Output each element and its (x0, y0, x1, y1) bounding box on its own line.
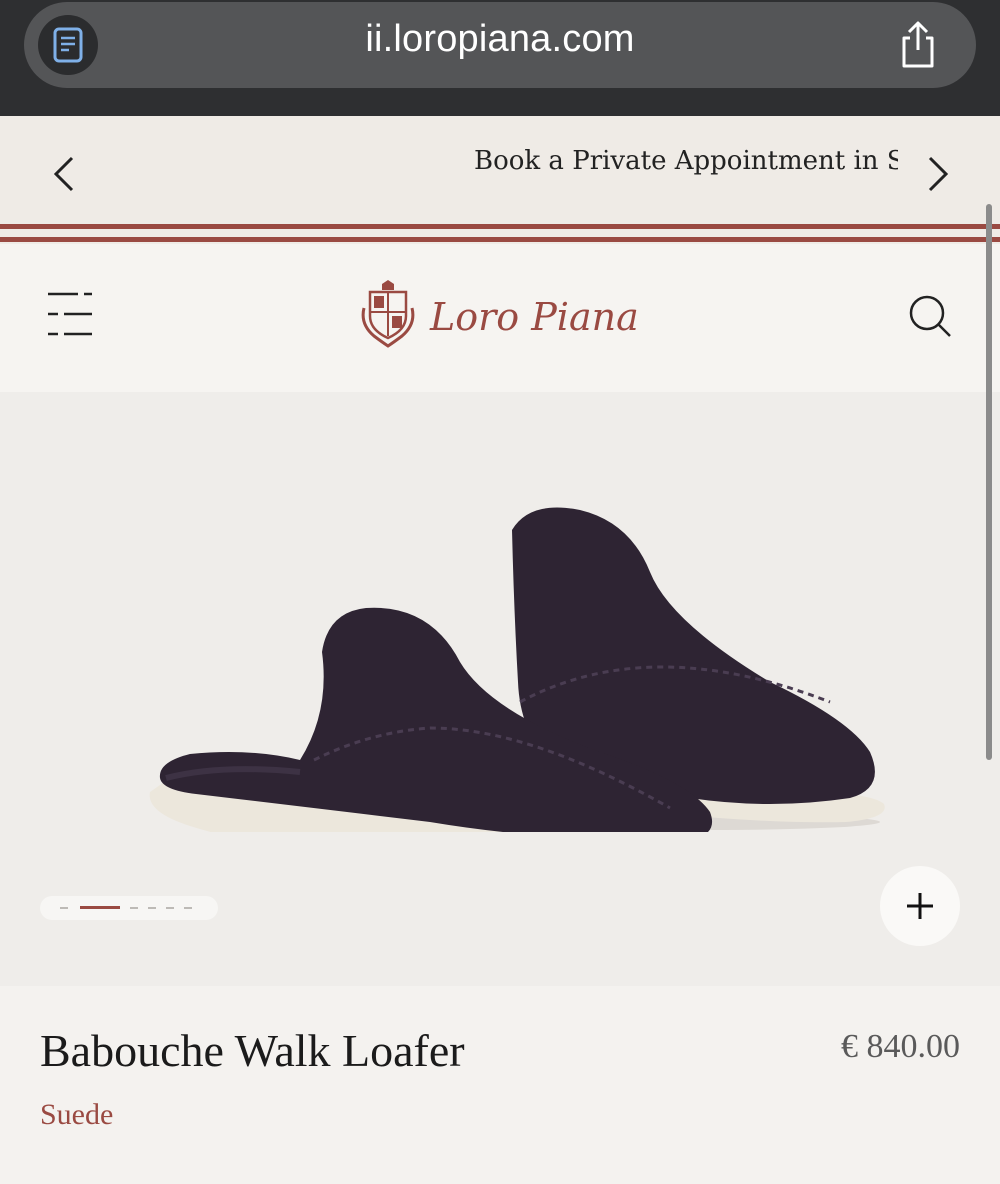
plus-icon (907, 893, 933, 919)
gallery-dot[interactable] (184, 907, 192, 909)
product-info: Babouche Walk Loafer € 840.00 Suede (0, 986, 1000, 1184)
chevron-left-icon[interactable] (50, 154, 80, 194)
stripe-line (0, 237, 1000, 242)
zoom-button[interactable] (880, 866, 960, 946)
gallery-dot[interactable] (130, 907, 138, 909)
search-icon[interactable] (906, 292, 954, 340)
gallery-dot-active[interactable] (80, 906, 120, 909)
product-price: € 840.00 (841, 1028, 960, 1065)
share-icon (902, 21, 934, 68)
decorative-stripes (0, 222, 1000, 244)
svg-text:Loro Piana: Loro Piana (429, 295, 639, 339)
browser-toolbar: ii.loropiana.com (0, 0, 1000, 116)
promo-text[interactable]: Book a Private Appointment in St (474, 146, 898, 176)
brand-logo[interactable]: Loro Piana (356, 280, 646, 350)
address-bar[interactable]: ii.loropiana.com (24, 2, 976, 88)
product-material: Suede (40, 1098, 114, 1131)
stripe-line (0, 224, 1000, 229)
url-text[interactable]: ii.loropiana.com (24, 18, 976, 61)
menu-icon[interactable] (44, 290, 96, 338)
chevron-right-icon[interactable] (922, 154, 952, 194)
share-button[interactable] (894, 20, 942, 70)
loro-piana-logo: Loro Piana (361, 280, 639, 348)
site-header: Loro Piana (0, 244, 1000, 392)
gallery-dot[interactable] (60, 907, 68, 909)
product-image (149, 507, 885, 832)
product-name: Babouche Walk Loafer (40, 1025, 465, 1076)
gallery-dot[interactable] (148, 907, 156, 909)
promo-banner: Book a Private Appointment in St (0, 116, 1000, 222)
gallery-pagination[interactable] (40, 896, 218, 920)
gallery-dot[interactable] (166, 907, 174, 909)
product-gallery[interactable] (0, 392, 1000, 986)
scrollbar[interactable] (986, 204, 992, 760)
